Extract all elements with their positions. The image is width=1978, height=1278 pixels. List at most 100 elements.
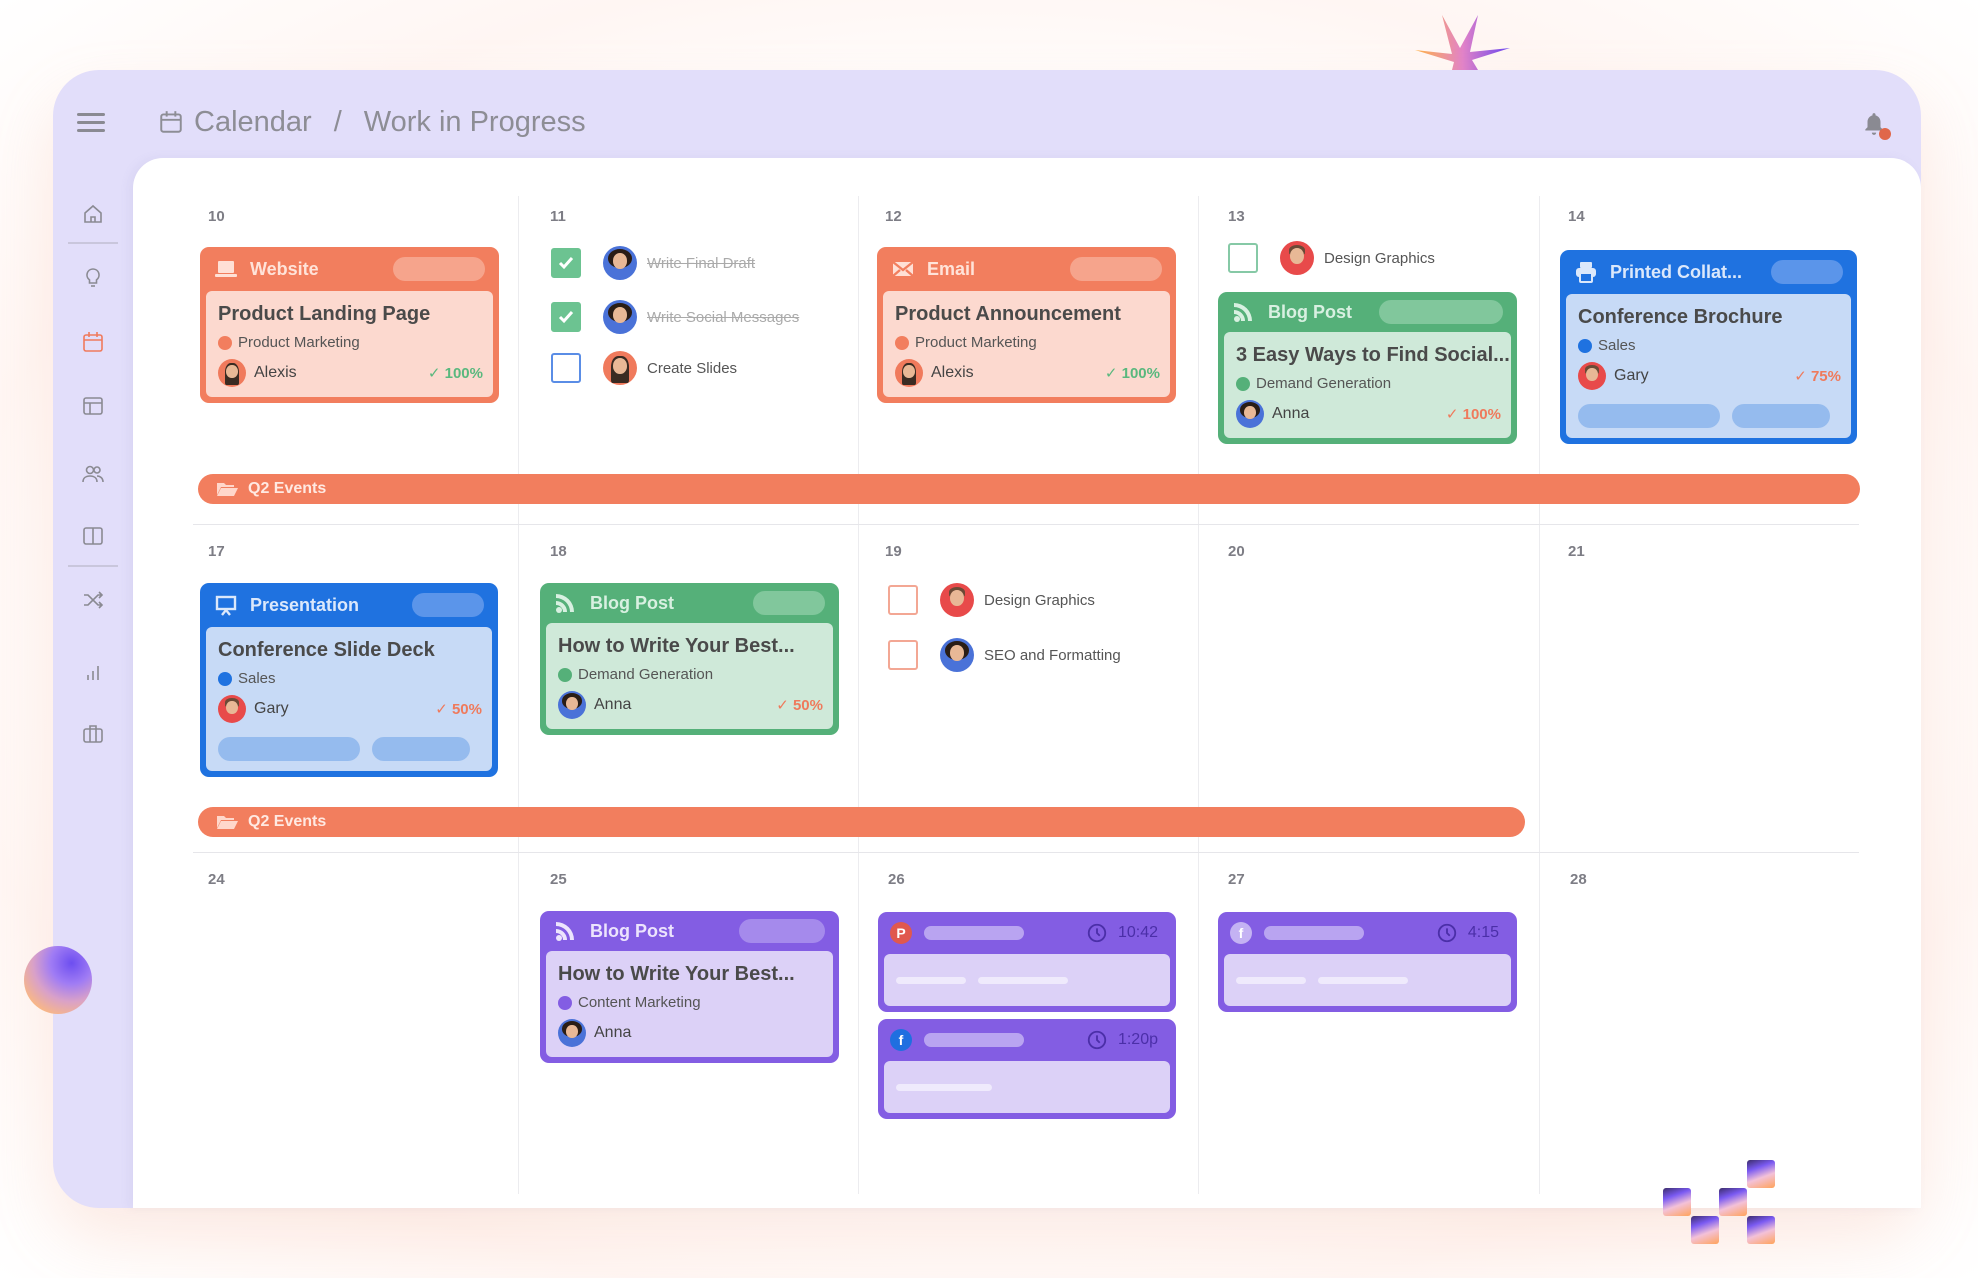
hamburger-menu-icon[interactable] xyxy=(77,113,105,135)
card-tag: Product Marketing xyxy=(915,334,1037,351)
calendar-panel: 10 11 12 13 14 17 18 19 20 21 24 25 26 2… xyxy=(133,158,1921,1208)
post-time: 1:20p xyxy=(1086,1029,1158,1051)
card-progress: ✓ 75% xyxy=(1794,368,1841,385)
notifications-button[interactable] xyxy=(1861,110,1891,140)
card-progress: ✓ 100% xyxy=(1104,365,1160,382)
todo-item[interactable]: Design Graphics xyxy=(888,583,1095,617)
content-card-presentation[interactable]: Presentation Conference Slide Deck Sales… xyxy=(200,583,498,777)
avatar xyxy=(603,246,637,280)
stage: Calendar / Work in Progress 10 11 12 13 … xyxy=(0,0,1978,1278)
todo-label: SEO and Formatting xyxy=(984,646,1121,664)
breadcrumb-work-in-progress[interactable]: Work in Progress xyxy=(364,106,586,139)
sidebar-item-analytics[interactable] xyxy=(79,658,107,686)
column-divider xyxy=(1539,196,1540,1194)
card-tag: Product Marketing xyxy=(238,334,360,351)
card-owner: Anna xyxy=(594,696,632,713)
event-bar-q2-events[interactable]: Q2 Events xyxy=(198,807,1525,837)
todo-label: Create Slides xyxy=(647,359,738,377)
tag-dot xyxy=(558,995,572,1010)
todo-label: Write Final Draft xyxy=(647,254,756,272)
facebook-icon: f xyxy=(1230,922,1252,944)
card-type-label: Presentation xyxy=(250,594,360,615)
home-icon xyxy=(84,204,102,223)
rss-icon xyxy=(556,594,574,613)
sidebar-item-ideas[interactable] xyxy=(79,264,107,292)
content-card-email[interactable]: Email Product Announcement Product Marke… xyxy=(877,247,1176,403)
todo-label: Design Graphics xyxy=(1324,249,1435,267)
todo-item[interactable]: Write Final Draft xyxy=(551,246,755,280)
laptop-icon xyxy=(215,261,237,277)
card-progress: ✓ 50% xyxy=(776,697,823,714)
avatar xyxy=(218,359,246,387)
content-card-blog-post[interactable]: Blog Post 3 Easy Ways to Find Social... … xyxy=(1218,292,1517,444)
content-card-printed-collateral[interactable]: Printed Collat... Conference Brochure Sa… xyxy=(1560,250,1857,444)
todo-item[interactable]: Create Slides xyxy=(551,351,737,385)
day-number: 13 xyxy=(1228,208,1245,225)
briefcase-icon xyxy=(83,725,103,743)
avatar xyxy=(940,638,974,672)
column-divider xyxy=(858,196,859,1194)
sidebar-item-calendar[interactable] xyxy=(79,328,107,356)
card-title: Conference Slide Deck xyxy=(218,639,435,661)
pinterest-icon: P xyxy=(890,922,912,944)
folder-open-icon xyxy=(217,483,238,496)
card-status-pill xyxy=(393,257,485,281)
social-post-card[interactable]: f 4:15 xyxy=(1218,912,1517,1012)
card-status-pill xyxy=(412,593,484,617)
card-owner: Gary xyxy=(1614,367,1649,384)
checkbox-unchecked[interactable] xyxy=(551,353,581,383)
clock-icon xyxy=(1437,923,1457,943)
event-bar-q2-events[interactable]: Q2 Events xyxy=(198,474,1860,504)
day-number: 11 xyxy=(550,208,566,225)
star-decoration-icon xyxy=(1415,15,1510,70)
card-title: Product Landing Page xyxy=(218,303,431,325)
todo-item[interactable]: Design Graphics xyxy=(1228,241,1435,275)
todo-label: Design Graphics xyxy=(984,591,1095,609)
avatar xyxy=(218,695,246,723)
app-window: Calendar / Work in Progress 10 11 12 13 … xyxy=(53,70,1921,1208)
sidebar-item-workflows[interactable] xyxy=(79,586,107,614)
day-number: 19 xyxy=(885,543,902,560)
card-owner: Alexis xyxy=(931,364,974,381)
rss-icon xyxy=(556,922,574,941)
sidebar-item-layout[interactable] xyxy=(79,392,107,420)
card-owner: Anna xyxy=(594,1024,632,1041)
checkbox-checked[interactable] xyxy=(551,248,581,278)
sidebar-item-columns[interactable] xyxy=(79,522,107,550)
todo-item[interactable]: SEO and Formatting xyxy=(888,638,1121,672)
event-bar-label: Q2 Events xyxy=(248,480,327,497)
card-status-pill xyxy=(1771,260,1843,284)
content-card-blog-post[interactable]: Blog Post How to Write Your Best... Cont… xyxy=(540,911,839,1063)
sidebar-item-users[interactable] xyxy=(79,460,107,488)
avatar xyxy=(603,351,637,385)
notification-badge xyxy=(1879,128,1891,140)
placeholder-bars xyxy=(1578,404,1841,428)
day-number: 12 xyxy=(885,208,902,225)
day-number: 24 xyxy=(208,871,225,888)
printer-icon xyxy=(1576,262,1596,283)
placeholder-bars xyxy=(218,737,482,761)
avatar xyxy=(940,583,974,617)
todo-item[interactable]: Write Social Messages xyxy=(551,300,799,334)
checkbox-checked[interactable] xyxy=(551,302,581,332)
day-number: 10 xyxy=(208,208,225,225)
card-progress: ✓ 100% xyxy=(1445,406,1501,423)
checkbox-unchecked[interactable] xyxy=(888,640,918,670)
avatar xyxy=(1280,241,1314,275)
checkbox-unchecked[interactable] xyxy=(1228,243,1258,273)
content-card-blog-post[interactable]: Blog Post How to Write Your Best... Dema… xyxy=(540,583,839,735)
social-post-card[interactable]: f 1:20p xyxy=(878,1019,1176,1119)
avatar xyxy=(603,300,637,334)
sidebar-item-assets[interactable] xyxy=(79,720,107,748)
day-number: 18 xyxy=(550,543,567,560)
card-tag: Sales xyxy=(1598,337,1636,354)
checkbox-unchecked[interactable] xyxy=(888,585,918,615)
sidebar-item-home[interactable] xyxy=(79,200,107,228)
content-card-website[interactable]: Website Product Landing Page Product Mar… xyxy=(200,247,499,403)
avatar xyxy=(1578,362,1606,390)
social-post-card[interactable]: P 10:42 xyxy=(878,912,1176,1012)
card-type-label: Blog Post xyxy=(590,592,674,613)
layout-icon xyxy=(83,397,103,415)
card-title: Conference Brochure xyxy=(1578,306,1783,328)
breadcrumb-calendar[interactable]: Calendar xyxy=(194,106,312,139)
